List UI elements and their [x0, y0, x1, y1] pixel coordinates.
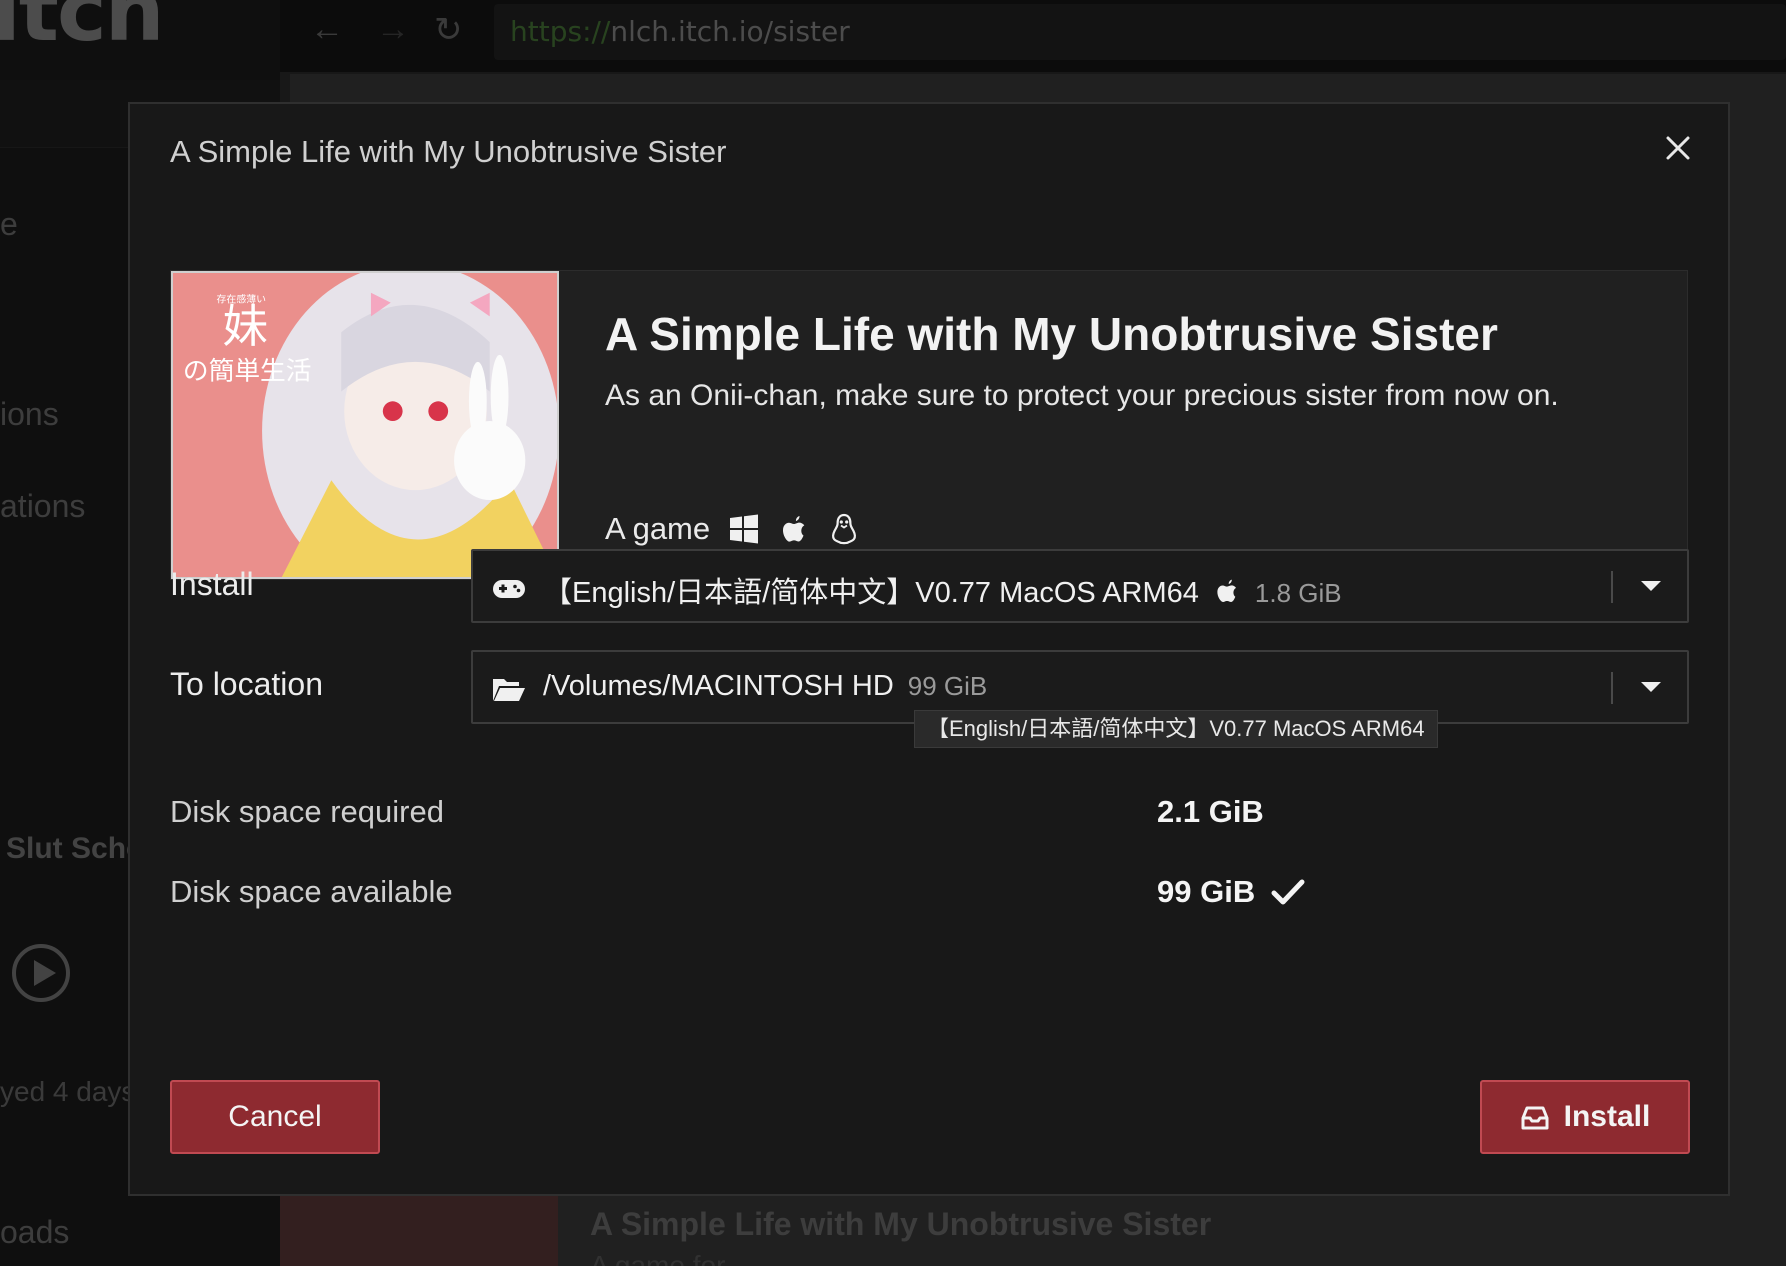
disk-available-label: Disk space available [170, 874, 453, 909]
apple-icon [778, 513, 810, 545]
install-button-label: Install [1563, 1100, 1651, 1133]
chevron-down-icon[interactable] [1641, 581, 1661, 591]
cancel-button[interactable]: Cancel [170, 1080, 380, 1154]
cover-title-main: 妹 [222, 300, 268, 353]
location-path: /Volumes/MACINTOSH HD [543, 670, 894, 702]
apple-icon [1213, 576, 1241, 606]
game-meta: A game [605, 511, 860, 547]
upload-size: 1.8 GiB [1254, 578, 1342, 608]
disk-required-label: Disk space required [170, 794, 444, 829]
chevron-down-icon[interactable] [1641, 682, 1661, 692]
select-divider [1611, 571, 1613, 603]
install-label: Install [170, 566, 254, 602]
game-kind: A game [605, 511, 711, 546]
disk-required-amount: 2.1 GiB [1157, 794, 1264, 829]
install-modal: A Simple Life with My Unobtrusive Sister… [128, 102, 1730, 1196]
disk-available-amount: 99 GiB [1157, 874, 1256, 909]
disk-required-value: 2.1 GiB [1157, 794, 1264, 830]
game-cover-image: 妹 の簡単生活 存在感薄い [171, 271, 559, 579]
checkmark-icon [1271, 877, 1305, 907]
location-label: To location [170, 666, 323, 702]
location-select-value: /Volumes/MACINTOSH HD 99 GiB [543, 670, 987, 703]
disk-available-value: 99 GiB [1157, 874, 1305, 910]
upload-tooltip: 【English/日本語/简体中文】V0.77 MacOS ARM64 [914, 710, 1438, 748]
select-divider [1611, 672, 1613, 704]
location-free-space: 99 GiB [907, 671, 988, 701]
cancel-button-label: Cancel [228, 1100, 322, 1133]
game-tagline: As an Onii-chan, make sure to protect yo… [605, 379, 1559, 412]
upload-name: 【English/日本語/简体中文】V0.77 MacOS ARM64 [543, 577, 1199, 609]
gamepad-icon [491, 570, 527, 606]
upload-select-value: 【English/日本語/简体中文】V0.77 MacOS ARM64 1.8 G… [543, 569, 1342, 611]
game-card: 妹 の簡単生活 存在感薄い A Simple Life with My Unob… [170, 270, 1688, 580]
linux-icon [828, 513, 860, 545]
install-button[interactable]: Install [1480, 1080, 1690, 1154]
game-title: A Simple Life with My Unobtrusive Sister [605, 308, 1498, 360]
cover-title-sub: の簡単生活 [183, 357, 312, 387]
close-icon[interactable] [1656, 126, 1700, 170]
cover-title-small: 存在感薄い [217, 293, 267, 306]
folder-open-icon [491, 671, 527, 707]
download-tray-icon [1520, 1102, 1550, 1132]
modal-title: A Simple Life with My Unobtrusive Sister [170, 134, 727, 169]
windows-icon [728, 513, 760, 545]
upload-select[interactable]: 【English/日本語/简体中文】V0.77 MacOS ARM64 1.8 G… [471, 549, 1689, 623]
